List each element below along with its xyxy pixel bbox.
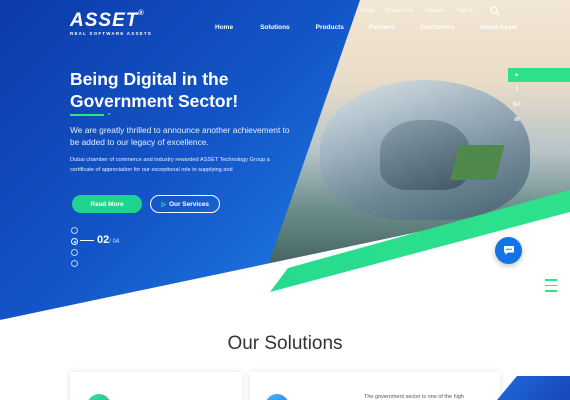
read-more-label: Read More — [90, 200, 124, 208]
twitter-glyph: ✦ — [514, 72, 520, 79]
google-plus-icon[interactable]: G+ — [508, 98, 526, 112]
nav-solutions[interactable]: Solutions — [260, 24, 290, 31]
hamburger-menu-icon[interactable] — [545, 279, 557, 296]
chat-button[interactable] — [495, 237, 522, 264]
nav-partners[interactable]: Partners — [369, 24, 395, 31]
main-nav: Home Solutions Products Partners Custome… — [215, 24, 517, 31]
nav-customers[interactable]: Customers — [420, 24, 454, 31]
play-icon — [161, 201, 166, 207]
slider-dot-1[interactable] — [71, 227, 78, 234]
linkedin-glyph: in — [514, 117, 520, 123]
nav-home[interactable]: Home — [215, 24, 233, 31]
slide-current: 02 — [97, 234, 110, 246]
hero-lead: We are greatly thrilled to announce anot… — [70, 125, 290, 147]
slide-total: / 04 — [109, 239, 120, 245]
logo-registered: ® — [138, 10, 145, 17]
solution-card-1[interactable] — [70, 372, 242, 400]
chat-icon — [503, 246, 514, 255]
read-more-button[interactable]: Read More — [72, 195, 142, 213]
slider-dot-3[interactable] — [71, 249, 78, 256]
our-services-button[interactable]: Our Services — [150, 195, 220, 213]
facebook-glyph: f — [516, 87, 518, 93]
blue-corner-accent — [497, 376, 570, 400]
stadium-field — [450, 145, 505, 180]
twitter-icon[interactable]: ✦ — [508, 68, 570, 82]
logo-tagline: REAL SOFTWARE ASSETS — [70, 31, 153, 36]
logo-wordmark: ASSET — [70, 10, 139, 31]
top-link-sign-in[interactable]: Sign In — [457, 8, 474, 14]
search-icon[interactable] — [490, 6, 500, 16]
hero-body: Dubai chamber of commerce and industry r… — [70, 157, 270, 173]
top-links-bar: News Contact Us Careers Sign In — [360, 6, 500, 16]
solution-card-text: The government sector is one of the high — [364, 394, 464, 400]
slide-counter: 02/ 04 — [97, 234, 119, 246]
logo[interactable]: ASSET® REAL SOFTWARE ASSETS — [70, 10, 152, 36]
top-link-news[interactable]: News — [360, 8, 374, 14]
hero-title: Being Digital in the Government Sector! — [70, 69, 239, 111]
title-underline-dot — [108, 113, 110, 115]
linkedin-icon[interactable]: in — [508, 113, 526, 127]
nav-products[interactable]: Products — [316, 24, 344, 31]
slide-counter-line — [80, 240, 94, 241]
title-underline — [70, 114, 104, 116]
slider-dot-4[interactable] — [71, 260, 78, 267]
social-bar: ✦ f G+ in — [508, 68, 570, 128]
top-link-contact-us[interactable]: Contact Us — [386, 8, 413, 14]
solution-card-2[interactable]: The government sector is one of the high — [250, 372, 500, 400]
facebook-icon[interactable]: f — [508, 83, 526, 97]
solution-card-icon — [265, 394, 289, 400]
top-link-careers[interactable]: Careers — [425, 8, 445, 14]
solutions-heading: Our Solutions — [227, 333, 343, 354]
nav-about-asset[interactable]: About Asset — [479, 24, 517, 31]
slider-dot-2[interactable] — [71, 238, 78, 245]
our-services-label: Our Services — [168, 200, 210, 208]
google-plus-glyph: G+ — [512, 102, 522, 108]
solution-card-icon — [87, 394, 111, 400]
